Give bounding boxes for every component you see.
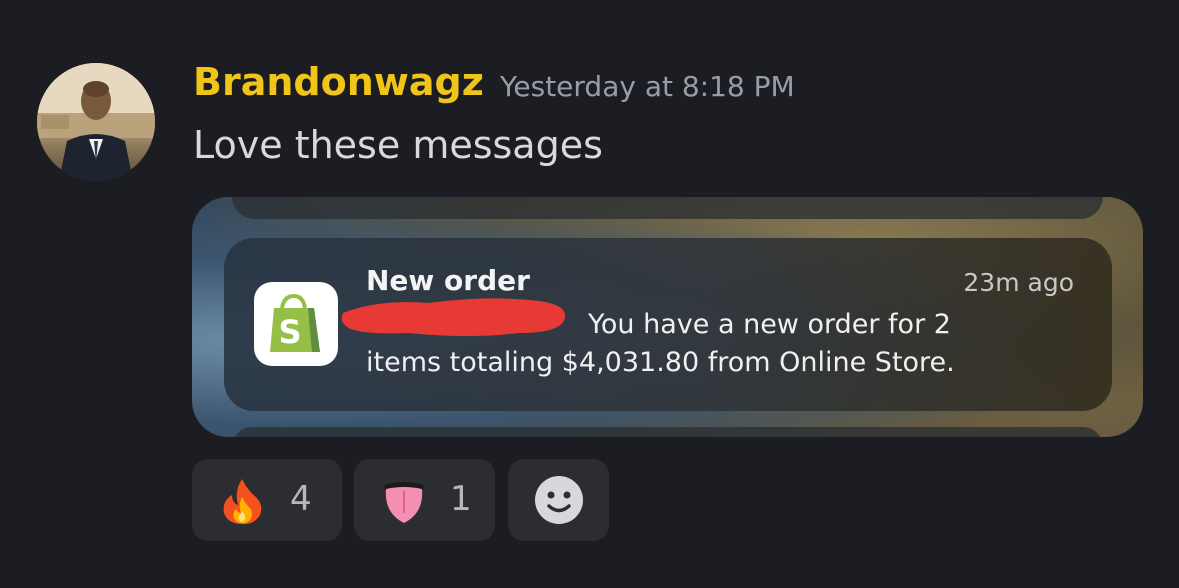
notification-card: S New order 23m ago You have a new order… bbox=[224, 238, 1112, 411]
redaction-scribble bbox=[341, 298, 566, 336]
message-text: Love these messages bbox=[193, 123, 603, 167]
svg-text:S: S bbox=[278, 313, 301, 351]
notification-body-line2: items totaling $4,031.80 from Online Sto… bbox=[366, 347, 955, 378]
stacked-notification-top bbox=[232, 197, 1103, 219]
add-reaction-button[interactable] bbox=[508, 459, 609, 541]
image-attachment[interactable]: S New order 23m ago You have a new order… bbox=[192, 197, 1143, 437]
shopify-bag-icon: S bbox=[270, 294, 320, 352]
fire-emoji-icon bbox=[223, 479, 262, 525]
reaction-tongue[interactable]: 1 bbox=[354, 459, 495, 541]
stacked-notification-bottom bbox=[232, 427, 1103, 437]
notification-time: 23m ago bbox=[963, 268, 1074, 297]
author-name[interactable]: Brandonwagz bbox=[193, 60, 484, 104]
shopify-app-icon: S bbox=[254, 282, 338, 366]
smiley-icon bbox=[535, 476, 583, 524]
user-avatar[interactable] bbox=[37, 63, 155, 181]
reaction-fire[interactable]: 4 bbox=[192, 459, 342, 541]
avatar-image bbox=[37, 63, 155, 181]
reaction-count: 4 bbox=[290, 479, 312, 519]
tongue-emoji-icon bbox=[384, 482, 424, 523]
message-timestamp: Yesterday at 8:18 PM bbox=[500, 70, 795, 103]
reaction-count: 1 bbox=[450, 479, 472, 519]
